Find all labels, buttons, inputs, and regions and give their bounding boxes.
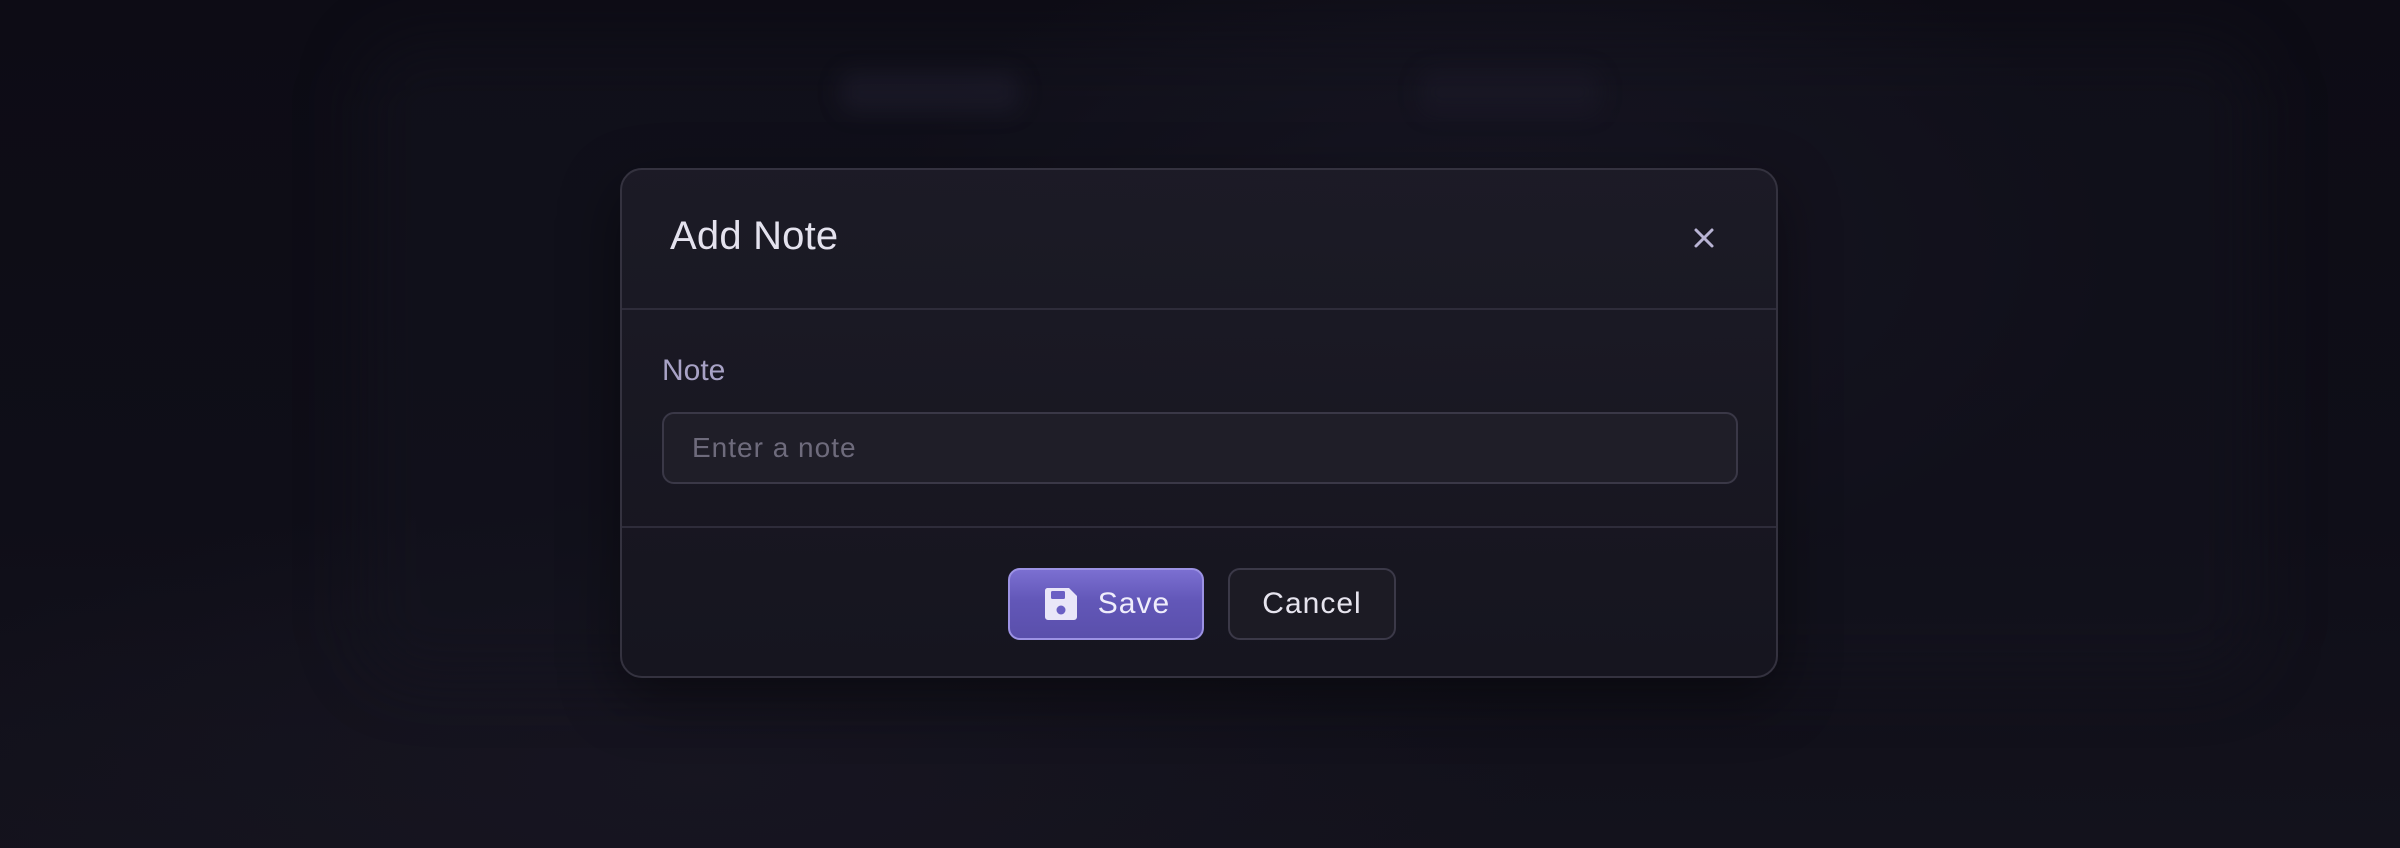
- close-icon: [1684, 218, 1724, 258]
- note-label: Note: [662, 354, 726, 387]
- save-button[interactable]: Save: [1008, 568, 1204, 640]
- close-button[interactable]: [1684, 218, 1724, 258]
- cancel-button[interactable]: Cancel: [1228, 568, 1396, 640]
- dialog-title: Add Note: [670, 214, 839, 258]
- background-blurred-element: [840, 72, 1020, 112]
- add-note-dialog: Add Note Note Save Cancel: [620, 168, 1778, 678]
- dialog-body: Note: [622, 310, 1776, 528]
- dialog-header: Add Note: [622, 170, 1776, 310]
- save-button-label: Save: [1097, 587, 1171, 620]
- dialog-footer: Save Cancel: [622, 528, 1776, 678]
- note-input[interactable]: [662, 412, 1738, 484]
- background-blurred-element: [1420, 70, 1600, 114]
- floppy-disk-icon: [1042, 585, 1080, 623]
